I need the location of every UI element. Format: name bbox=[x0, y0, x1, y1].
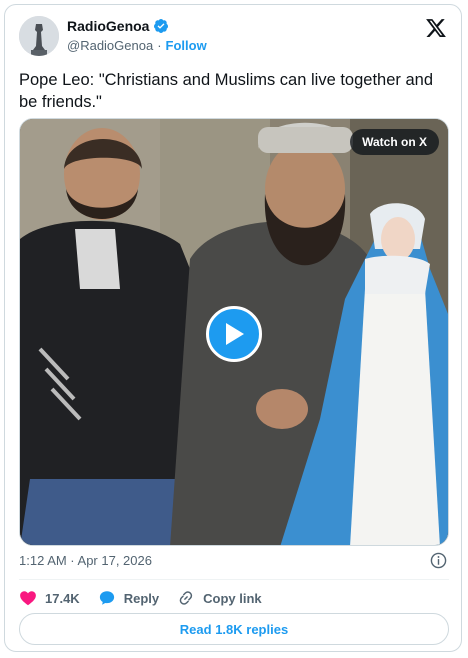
author-avatar[interactable] bbox=[19, 16, 59, 56]
verified-badge-icon bbox=[154, 19, 169, 33]
author-display-name[interactable]: RadioGenoa bbox=[67, 18, 149, 34]
statue-silhouette-icon bbox=[19, 16, 59, 56]
copy-link-button[interactable]: Copy link bbox=[177, 589, 262, 607]
reply-button[interactable]: Reply bbox=[98, 589, 159, 607]
tweet-card: RadioGenoa @RadioGenoa · Follow Pope Leo… bbox=[4, 4, 462, 652]
handle-separator: · bbox=[157, 38, 162, 53]
tweet-actions: 17.4K Reply Copy link bbox=[19, 586, 262, 610]
author-name-row: RadioGenoa bbox=[67, 18, 169, 34]
reply-label: Reply bbox=[123, 590, 160, 606]
tweet-timestamp[interactable]: 1:12 AM · Apr 17, 2026 bbox=[19, 553, 152, 568]
divider bbox=[19, 579, 449, 580]
x-logo-icon[interactable] bbox=[425, 17, 447, 39]
like-count: 17.4K bbox=[45, 590, 80, 606]
author-handle-row: @RadioGenoa · Follow bbox=[67, 38, 207, 53]
heart-icon bbox=[20, 591, 36, 606]
copy-link-label: Copy link bbox=[203, 590, 262, 606]
like-button[interactable]: 17.4K bbox=[19, 589, 80, 607]
reply-bubble-icon bbox=[99, 591, 114, 605]
follow-link[interactable]: Follow bbox=[166, 38, 207, 53]
video-player[interactable]: Watch on X bbox=[19, 118, 449, 546]
play-icon bbox=[226, 323, 244, 345]
author-handle[interactable]: @RadioGenoa bbox=[67, 38, 153, 53]
info-icon[interactable] bbox=[430, 552, 447, 569]
link-icon bbox=[179, 591, 193, 605]
read-replies-button[interactable]: Read 1.8K replies bbox=[19, 613, 449, 645]
watch-on-x-button[interactable]: Watch on X bbox=[350, 129, 439, 155]
play-button[interactable] bbox=[206, 306, 262, 362]
tweet-text: Pope Leo: "Christians and Muslims can li… bbox=[19, 71, 433, 111]
